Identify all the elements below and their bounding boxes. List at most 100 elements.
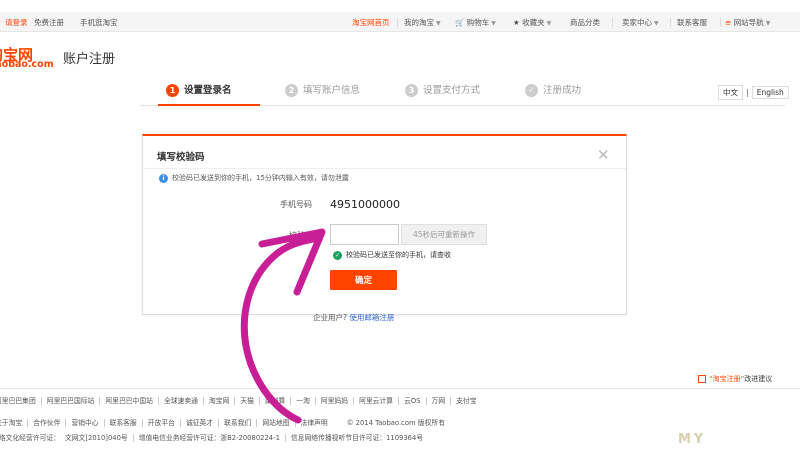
chevron-down-icon: ▼ bbox=[765, 20, 771, 27]
step-label: 填写账户信息 bbox=[303, 85, 361, 96]
feedback-suffix: 改进建议 bbox=[744, 375, 773, 383]
divider bbox=[612, 18, 613, 27]
footer-link[interactable]: 合作伙伴 bbox=[27, 419, 65, 427]
cart-label: 购物车 bbox=[466, 18, 490, 27]
code-sent-text: 校验码已发送至你的手机，请查收 bbox=[346, 251, 451, 259]
footer-link[interactable]: 网站地图 bbox=[256, 419, 294, 427]
code-label: 校验码 bbox=[289, 231, 313, 240]
divider bbox=[397, 18, 398, 27]
footer-link[interactable]: 营销中心 bbox=[65, 419, 103, 427]
categories-link[interactable]: 商品分类 bbox=[570, 17, 600, 28]
taobao-logo[interactable]: 淘宝网 Taobao.com bbox=[0, 44, 60, 74]
footer-link[interactable]: 天猫 bbox=[234, 397, 259, 405]
phone-number-value: 4951000000 bbox=[330, 198, 400, 211]
step-number: 3 bbox=[405, 84, 418, 97]
login-link[interactable]: 请登录 bbox=[5, 17, 28, 28]
footer-link[interactable]: 阿里巴巴集团 bbox=[0, 397, 41, 405]
footer-link[interactable]: 开放平台 bbox=[141, 419, 180, 427]
my-taobao-label: 我的淘宝 bbox=[404, 18, 434, 27]
cart-icon: 🛒 bbox=[455, 18, 465, 27]
close-icon[interactable]: ✕ bbox=[597, 146, 610, 164]
footer-link[interactable]: 一淘 bbox=[290, 397, 315, 405]
site-nav-link[interactable]: ≡ 网站导航 ▼ bbox=[725, 17, 770, 28]
email-register-link[interactable]: 使用邮箱注册 bbox=[349, 313, 394, 322]
footer-about-row: 关于淘宝 合作伙伴 营销中心 联系客服 开放平台 诚征英才 联系我们 网站地图 … bbox=[0, 419, 450, 427]
footer-divider bbox=[0, 388, 800, 389]
footer-link[interactable]: 淘宝网 bbox=[202, 397, 234, 405]
step-fill-account-info: 2 填写账户信息 bbox=[285, 84, 360, 106]
chevron-down-icon: ▼ bbox=[436, 20, 441, 27]
favorites-link[interactable]: ★ 收藏夹 ▼ bbox=[513, 17, 551, 28]
chevron-down-icon: ▼ bbox=[654, 20, 659, 27]
footer-link[interactable]: 阿里巴巴国际站 bbox=[40, 397, 100, 405]
footer-license-row: 网络文化经营许可证： 文网文[2010]040号 增值电信业务经营许可证：浙B2… bbox=[0, 434, 428, 442]
phone-label: 手机号码 bbox=[280, 200, 312, 209]
customer-service-link[interactable]: 联系客服 bbox=[677, 17, 707, 28]
license-number: 文网文[2010]040号 bbox=[64, 434, 128, 442]
check-icon: ✓ bbox=[333, 250, 342, 260]
feedback-title: “淘宝注册” bbox=[709, 375, 745, 383]
dialog-title: 填写校验码 bbox=[157, 152, 205, 163]
step-number: 1 bbox=[166, 84, 179, 97]
dialog-info-message: i 校验码已发送到你的手机，15分钟内输入有效，请勿泄露 bbox=[159, 173, 349, 183]
footer-link[interactable]: 联系客服 bbox=[103, 419, 142, 427]
footer-link[interactable]: 万网 bbox=[425, 397, 451, 405]
page-title: 账户注册 bbox=[63, 52, 116, 67]
footer-link[interactable]: 阿里云计算 bbox=[353, 397, 398, 405]
verification-code-input[interactable] bbox=[330, 224, 399, 245]
footer-link[interactable]: 联系我们 bbox=[218, 419, 256, 427]
site-nav-label: 网站导航 bbox=[733, 18, 764, 27]
step-set-login-name: 1 设置登录名 bbox=[158, 84, 259, 106]
step-register-success: ✓ 注册成功 bbox=[525, 84, 581, 106]
cart-link[interactable]: 🛒 购物车 ▼ bbox=[455, 17, 496, 28]
taobao-home-link[interactable]: 淘宝网首页 bbox=[352, 17, 390, 28]
chevron-down-icon: ▼ bbox=[546, 20, 552, 27]
check-circle-icon: ✓ bbox=[525, 84, 538, 97]
footer-link[interactable]: 支付宝 bbox=[450, 397, 481, 405]
lang-english-button[interactable]: English bbox=[751, 85, 789, 99]
info-icon: i bbox=[159, 173, 168, 183]
step-label: 设置支付方式 bbox=[423, 85, 481, 96]
seller-center-link[interactable]: 卖家中心 ▼ bbox=[622, 17, 659, 28]
info-text: 校验码已发送到你的手机，15分钟内输入有效，请勿泄露 bbox=[172, 174, 349, 182]
footer-link[interactable]: 关于淘宝 bbox=[0, 419, 27, 427]
star-icon: ★ bbox=[513, 18, 520, 27]
footer-link[interactable]: 法律声明 bbox=[294, 419, 333, 427]
footer-link[interactable]: 全球速卖通 bbox=[157, 397, 203, 405]
license-text: 增值电信业务经营许可证：浙B2-20080224-1 bbox=[132, 434, 285, 442]
lang-separator: | bbox=[746, 87, 749, 97]
divider bbox=[720, 18, 721, 27]
divider bbox=[670, 18, 671, 27]
my-taobao-link[interactable]: 我的淘宝 ▼ bbox=[404, 17, 441, 28]
step-set-payment: 3 设置支付方式 bbox=[405, 84, 480, 106]
language-switch: 中文 | English bbox=[718, 84, 789, 100]
verification-dialog: 填写校验码 ✕ i 校验码已发送到你的手机，15分钟内输入有效，请勿泄露 手机号… bbox=[142, 134, 627, 315]
menu-icon: ≡ bbox=[725, 18, 732, 27]
footer-link[interactable]: 云OS bbox=[398, 397, 425, 405]
resend-code-button[interactable]: 45秒后可重新操作 bbox=[401, 224, 487, 245]
footer-link[interactable]: 阿里妈妈 bbox=[314, 397, 353, 405]
enterprise-hint-text: 企业用户? bbox=[313, 313, 347, 322]
watermark: MY bbox=[678, 432, 707, 447]
footer-link[interactable]: 诚征英才 bbox=[179, 419, 218, 427]
copyright-text: © 2014 Taobao.com 版权所有 bbox=[346, 419, 445, 427]
registration-steps: 1 设置登录名 2 填写账户信息 3 设置支付方式 ✓ 注册成功 bbox=[140, 80, 785, 106]
footer-link[interactable]: 阿里巴巴中国站 bbox=[99, 397, 158, 405]
dialog-divider bbox=[143, 168, 626, 169]
code-sent-note: ✓ 校验码已发送至你的手机，请查收 bbox=[333, 250, 451, 260]
logo-sub-text: Taobao.com bbox=[0, 59, 54, 70]
footer-sites-row: 阿里巴巴集团 阿里巴巴国际站 阿里巴巴中国站 全球速卖通 淘宝网 天猫 聚划算 … bbox=[0, 397, 482, 405]
footer-link[interactable]: 聚划算 bbox=[258, 397, 290, 405]
feedback-icon bbox=[698, 375, 706, 383]
mobile-taobao-link[interactable]: 手机逛淘宝 bbox=[80, 17, 118, 28]
confirm-button[interactable]: 确定 bbox=[330, 270, 397, 290]
lang-chinese-button[interactable]: 中文 bbox=[718, 84, 743, 100]
register-link[interactable]: 免费注册 bbox=[34, 17, 64, 28]
step-number: 2 bbox=[285, 84, 298, 97]
step-label: 注册成功 bbox=[543, 85, 582, 96]
license-text: 信息网络传播视听节目许可证：1109364号 bbox=[284, 434, 428, 442]
feedback-link[interactable]: “淘宝注册” 改进建议 bbox=[698, 374, 772, 384]
chevron-down-icon: ▼ bbox=[491, 20, 496, 27]
license-label: 网络文化经营许可证： bbox=[0, 434, 60, 442]
favorites-label: 收藏夹 bbox=[522, 18, 545, 27]
